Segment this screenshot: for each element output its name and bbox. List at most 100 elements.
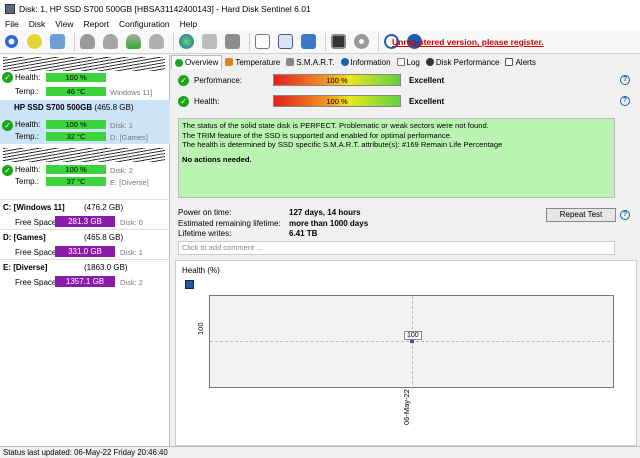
check-icon [175,58,183,67]
menu-configuration[interactable]: Configuration [114,19,175,29]
menu-help[interactable]: Help [175,19,202,29]
disk-volume-label: E: [Diverse] [110,178,149,187]
disk-volume-label: D: [Games] [110,133,148,142]
free-space-value: 1357.1 GB [55,276,115,287]
copy-icon[interactable] [276,32,295,51]
disk-entry-1[interactable]: HP SSD S700 500GB (465.8 GB) ✓ Health: 1… [0,100,170,144]
tab-overview[interactable]: Overview [171,55,223,69]
disk-test-icon[interactable] [78,32,97,51]
lifetime-writes-label: Lifetime writes: [178,229,232,238]
alerts-icon [505,58,514,66]
toolbar-separator [74,32,75,51]
menu-view[interactable]: View [50,19,78,29]
comment-input[interactable]: Click to add comment ... [178,241,615,255]
cd-icon[interactable] [352,32,371,51]
disk-info-icon[interactable] [147,32,166,51]
health-bar: 100 % [273,95,401,107]
lifetime-writes-value: 6.41 TB [289,229,318,238]
free-space-value: 331.0 GB [55,246,115,257]
remaining-lifetime-value: more than 1000 days [289,219,369,228]
check-icon: ✓ [178,96,189,107]
menu-report[interactable]: Report [79,19,115,29]
free-space-label: Free Space [15,218,57,227]
overview-panel: ✓ Performance: 100 % Excellent ? ✓ Healt… [172,69,640,446]
health-row: ✓ Health: 100 % Excellent [178,95,636,109]
document-icon[interactable] [253,32,272,51]
temp-value: 32 °C [46,132,106,141]
tab-alerts[interactable]: Alerts [502,55,538,69]
tab-smart[interactable]: S.M.A.R.T. [283,55,337,69]
health-value: 100 % [46,165,106,174]
app-window: Disk: 1, HP SSD S700 500GB [HBSA31142400… [0,0,640,458]
performance-result: Excellent [409,76,445,85]
health-result: Excellent [409,97,445,106]
health-label: Health: [194,97,220,106]
volume-title: E: [Diverse] [3,263,48,272]
action-text: No actions needed. [182,154,252,164]
temp-value: 46 °C [46,87,106,96]
info-icon [340,58,349,66]
disk-number: Disk: 1 [110,121,133,130]
mail-icon[interactable] [48,32,67,51]
remaining-lifetime-label: Estimated remaining lifetime: [178,219,281,228]
disk-volume-label: Windows 11] [110,88,153,97]
toolbar-separator [249,32,250,51]
volume-title: C: [Windows 11] [3,203,65,212]
power-on-value: 127 days, 14 hours [289,208,361,217]
temp-label: Temp.: [15,87,40,96]
y-tick-label: 100 [196,322,205,335]
check-icon: ✓ [2,165,13,176]
tab-log[interactable]: Log [394,55,423,69]
thermometer-icon [225,58,234,66]
title-bar: Disk: 1, HP SSD S700 500GB [HBSA31142400… [0,0,640,17]
printer-icon[interactable] [200,32,219,51]
temp-label: Temp.: [15,132,40,141]
status-line: The status of the solid state disk is PE… [182,121,489,130]
tab-disk-performance[interactable]: Disk Performance [423,55,503,69]
tab-information[interactable]: Information [338,55,394,69]
globe-icon[interactable] [177,32,196,51]
volume-c[interactable]: C: [Windows 11] (476.2 GB) Free Space 28… [0,199,170,229]
plot-area: 100 [209,295,615,389]
disk-entry-2[interactable]: ✓ Health: 100 % Disk: 2 Temp.: 37 °C E: … [0,145,170,189]
disk-check-icon[interactable] [124,32,143,51]
disk-alert-icon[interactable] [25,32,44,51]
refresh-icon[interactable] [2,32,21,51]
volume-e[interactable]: E: [Diverse] (1863.0 GB) Free Space 1357… [0,259,170,289]
help-icon[interactable]: ? [620,210,630,220]
help-icon[interactable]: ? [620,96,630,106]
log-icon [396,58,405,66]
health-value: 100 % [46,120,106,129]
volume-title: D: [Games] [3,233,46,242]
disk-config-icon[interactable] [101,32,120,51]
lifetime-writes-row: Lifetime writes: 6.41 TB [178,229,317,238]
check-icon: ✓ [2,72,13,83]
status-line: The TRIM feature of the SSD is supported… [182,130,453,140]
toolbar-separator [325,32,326,51]
repeat-test-button[interactable]: Repeat Test [546,208,616,222]
menu-disk[interactable]: Disk [24,19,51,29]
health-value: 100 % [46,73,106,82]
performance-row: ✓ Performance: 100 % Excellent [178,74,636,88]
status-bar: Status last updated: 06-May-22 Friday 20… [0,446,640,458]
tab-temperature[interactable]: Temperature [222,55,283,69]
menu-file[interactable]: File [0,19,24,29]
tab-bar: Overview Temperature S.M.A.R.T. Informat… [171,55,640,69]
volume-size: (1863.0 GB) [84,263,128,272]
temp-value: 37 °C [46,177,106,186]
help-icon[interactable]: ? [620,75,630,85]
power-on-label: Power on time: [178,208,232,217]
remaining-lifetime-row: Estimated remaining lifetime: more than … [178,219,368,228]
app-icon [5,3,15,14]
disk-entry-0[interactable]: ✓ Health: 100 % Temp.: 46 °C Windows 11] [0,55,170,99]
save-icon[interactable] [185,280,194,289]
x-tick-label: 06-May-22 [402,389,411,425]
drive-icon[interactable] [223,32,242,51]
volume-d[interactable]: D: [Games] (465.8 GB) Free Space 331.0 G… [0,229,170,259]
network-icon[interactable] [299,32,318,51]
power-on-row: Power on time: 127 days, 14 hours [178,208,361,217]
monitor-icon[interactable] [329,32,348,51]
register-link[interactable]: Unregistered version, please register. [392,37,544,47]
health-chart: Health (%) 100 100 06-May-22 [175,260,637,446]
health-label: Health: [15,73,41,82]
